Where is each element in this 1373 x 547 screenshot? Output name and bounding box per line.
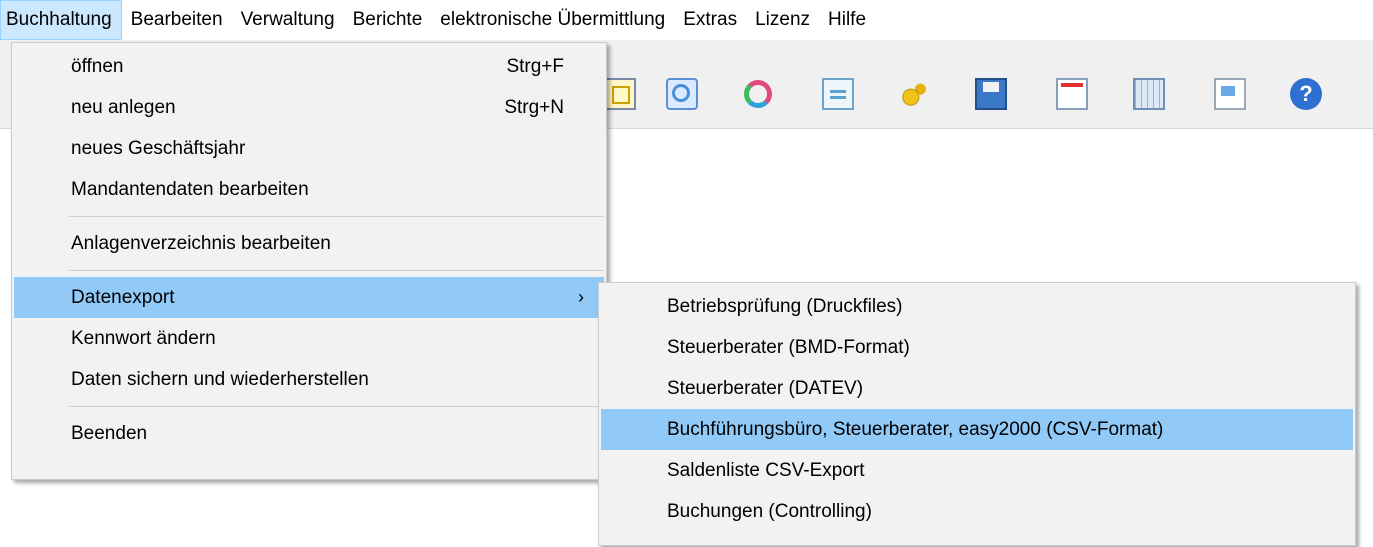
report-icon[interactable] (1214, 78, 1246, 110)
menu-bar: Buchhaltung Bearbeiten Verwaltung Berich… (0, 0, 1373, 40)
grid-icon[interactable] (604, 78, 636, 110)
refresh-icon[interactable] (744, 80, 772, 108)
menu-item-new-fiscal-year[interactable]: neues Geschäftsjahr (14, 128, 604, 169)
zoom-grid-icon[interactable] (666, 78, 698, 110)
submenu-item-bookings-controlling[interactable]: Buchungen (Controlling) (601, 491, 1353, 532)
menu-item-open[interactable]: öffnen Strg+F (14, 46, 604, 87)
menu-extras[interactable]: Extras (674, 0, 746, 40)
buchhaltung-menu: öffnen Strg+F neu anlegen Strg+N neues G… (11, 42, 607, 480)
menu-separator (69, 270, 604, 271)
menu-bearbeiten[interactable]: Bearbeiten (122, 0, 232, 40)
menu-lizenz[interactable]: Lizenz (746, 0, 819, 40)
menu-buchhaltung[interactable]: Buchhaltung (0, 0, 122, 40)
help-icon[interactable]: ? (1290, 78, 1322, 110)
submenu-item-csv-format[interactable]: Buchführungsbüro, Steuerberater, easy200… (601, 409, 1353, 450)
menu-item-change-password[interactable]: Kennwort ändern (14, 318, 604, 359)
menu-item-label: öffnen (71, 56, 124, 77)
menu-separator (69, 406, 604, 407)
submenu-item-balance-list-csv[interactable]: Saldenliste CSV-Export (601, 450, 1353, 491)
save-icon[interactable] (975, 78, 1007, 110)
menu-separator (69, 216, 604, 217)
menu-item-label: Datenexport (71, 287, 175, 308)
menu-verwaltung[interactable]: Verwaltung (232, 0, 344, 40)
menu-berichte[interactable]: Berichte (344, 0, 432, 40)
submenu-item-tax-audit[interactable]: Betriebsprüfung (Druckfiles) (601, 286, 1353, 327)
data-export-submenu: Betriebsprüfung (Druckfiles) Steuerberat… (598, 282, 1356, 546)
submenu-item-datev[interactable]: Steuerberater (DATEV) (601, 368, 1353, 409)
calendar-icon[interactable] (1056, 78, 1088, 110)
submenu-item-bmd-format[interactable]: Steuerberater (BMD-Format) (601, 327, 1353, 368)
menu-item-new[interactable]: neu anlegen Strg+N (14, 87, 604, 128)
menu-item-exit[interactable]: Beenden (14, 413, 604, 454)
shortcut-label: Strg+N (504, 97, 564, 118)
shortcut-label: Strg+F (506, 56, 564, 77)
gears-icon[interactable] (898, 78, 930, 110)
menu-elektronische-uebermittlung[interactable]: elektronische Übermittlung (431, 0, 674, 40)
chevron-right-icon: › (578, 287, 584, 307)
menu-item-edit-asset-register[interactable]: Anlagenverzeichnis bearbeiten (14, 223, 604, 264)
menu-item-label: neu anlegen (71, 97, 176, 118)
menu-item-backup-restore[interactable]: Daten sichern und wiederherstellen (14, 359, 604, 400)
menu-hilfe[interactable]: Hilfe (819, 0, 875, 40)
table-icon[interactable] (1133, 78, 1165, 110)
menu-item-edit-client-data[interactable]: Mandantendaten bearbeiten (14, 169, 604, 210)
document-icon[interactable] (822, 78, 854, 110)
menu-item-data-export[interactable]: Datenexport › (14, 277, 604, 318)
